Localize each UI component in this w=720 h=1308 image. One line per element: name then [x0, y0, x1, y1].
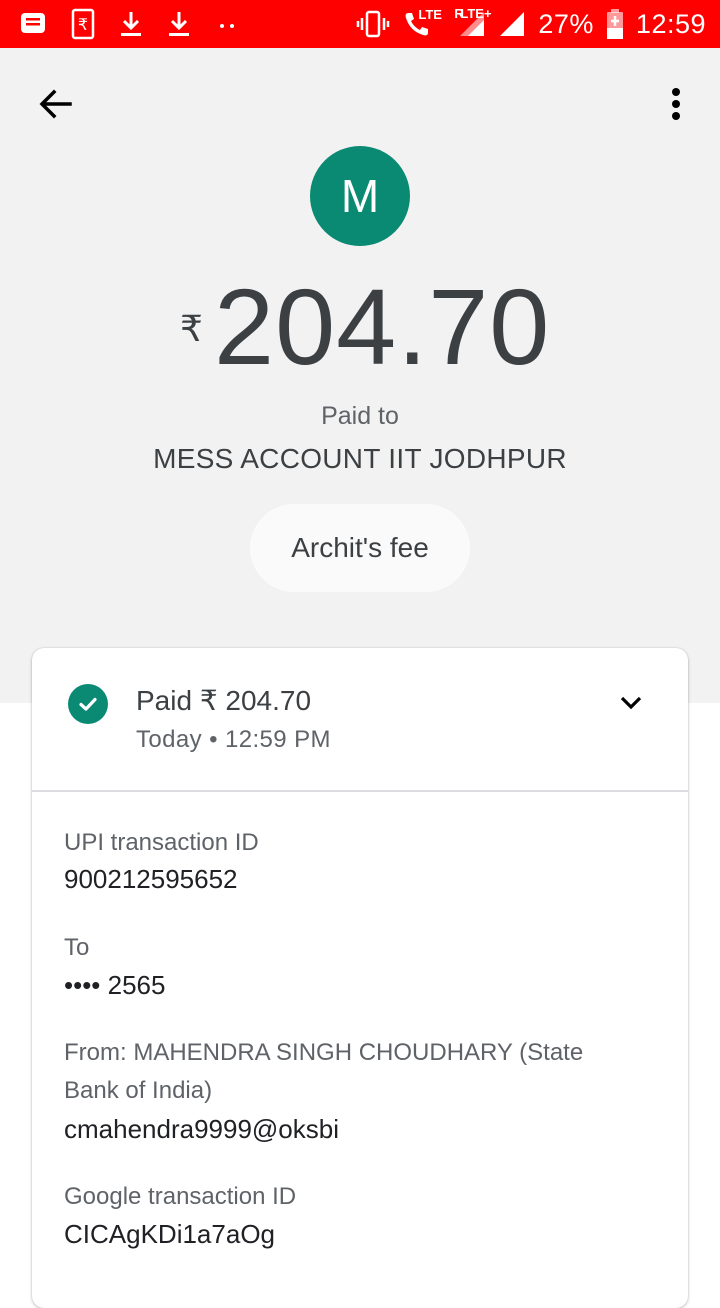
- amount-display: ₹ 204.70: [0, 272, 720, 382]
- more-notifications-icon: [214, 14, 240, 34]
- to-account-value: •••• 2565: [64, 970, 166, 1000]
- clock: 12:59: [635, 8, 706, 39]
- payment-datetime: Today • 12:59 PM: [136, 726, 331, 753]
- from-label: From: MAHENDRA SINGH CHOUDHARY (State: [64, 1039, 584, 1066]
- paid-to-label: Paid to: [321, 402, 399, 430]
- status-bar-notifications: ₹: [18, 6, 240, 42]
- more-options-button[interactable]: [660, 84, 692, 124]
- status-bar-system: LTE R LTE+ 27% 12:59: [356, 6, 706, 42]
- transaction-summary-row[interactable]: Paid ₹ 204.70 Today • 12:59 PM: [32, 648, 688, 790]
- battery-charging-icon: [606, 8, 624, 40]
- battery-percent: 27%: [538, 8, 594, 39]
- upi-transaction-id-label: UPI transaction ID: [64, 829, 259, 856]
- currency-symbol: ₹: [180, 308, 203, 349]
- vibrate-icon: [356, 9, 390, 39]
- google-transaction-id-label: Google transaction ID: [64, 1183, 297, 1210]
- status-bar: ₹ LTE R LTE+ 27% 12:59: [0, 0, 720, 48]
- from-upi-id-value: cmahendra9999@oksbi: [64, 1114, 340, 1144]
- transaction-details-card: Paid ₹ 204.70 Today • 12:59 PM UPI trans…: [32, 648, 688, 1308]
- signal-lte-plus-icon: LTE+: [460, 6, 526, 38]
- payee-name: MESS ACCOUNT IIT JODHPUR: [153, 443, 567, 474]
- lte-label: LTE: [418, 7, 442, 22]
- payment-status: Paid ₹ 204.70: [136, 685, 312, 716]
- back-button[interactable]: [36, 84, 76, 124]
- from-label-bank: Bank of India): [64, 1077, 213, 1104]
- lte-plus-label: LTE+: [460, 6, 492, 21]
- check-circle-icon: [68, 684, 108, 724]
- google-transaction-id-value: CICAgKDi1a7aOg: [64, 1219, 275, 1249]
- svg-text:₹: ₹: [78, 15, 88, 34]
- divider: [32, 790, 688, 792]
- expand-button[interactable]: [616, 688, 646, 718]
- download-icon: [166, 9, 192, 39]
- payment-note: Archit's fee: [250, 504, 470, 592]
- download-icon: [118, 9, 144, 39]
- amount-value: 204.70: [214, 266, 551, 387]
- more-vert-icon: [672, 88, 680, 120]
- rupee-receipt-icon: ₹: [70, 8, 96, 40]
- volte-call-icon: LTE: [402, 7, 442, 39]
- chevron-down-icon: [620, 696, 642, 710]
- upi-transaction-id-value: 900212595652: [64, 864, 238, 894]
- message-icon: [18, 9, 48, 39]
- arrow-back-icon: [39, 89, 72, 119]
- to-label: To: [64, 934, 90, 961]
- payee-avatar: M: [310, 146, 410, 246]
